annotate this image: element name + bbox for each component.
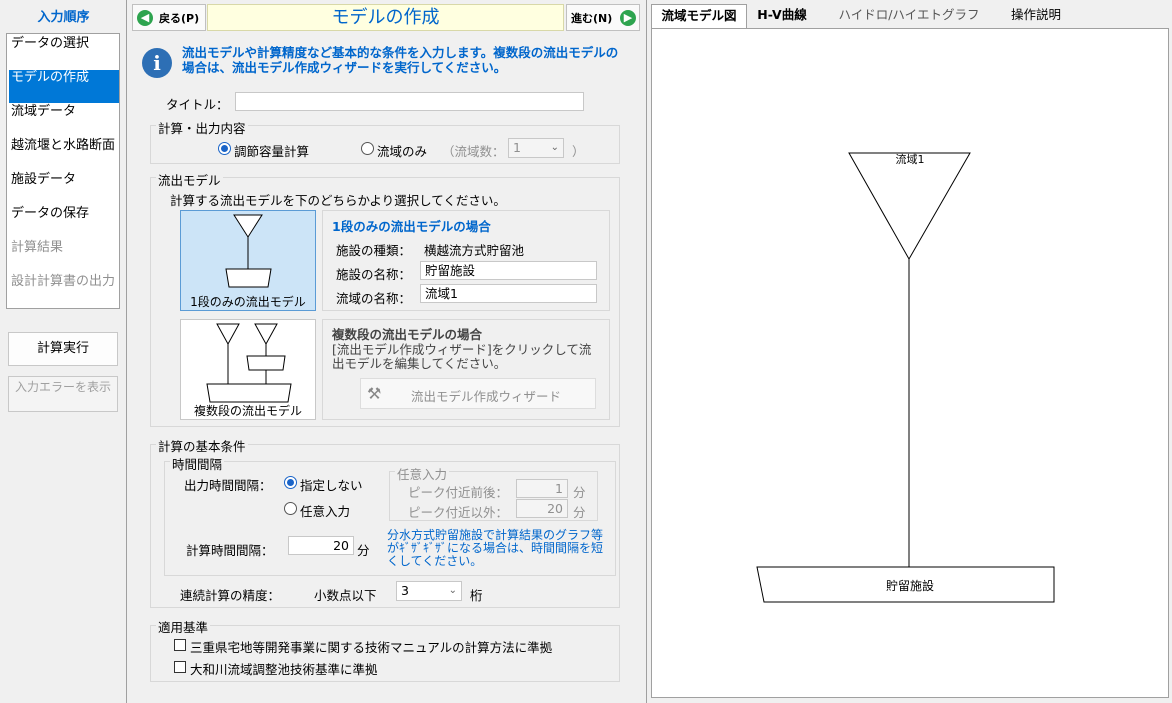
precision-prefix: 小数点以下 (314, 588, 377, 603)
basin-model-canvas: 流域1 貯留施設 (651, 28, 1169, 698)
next-button-label: 進む(N) (571, 12, 613, 25)
basin-only-label: 流域のみ (377, 144, 428, 159)
basin-name-input[interactable]: 流域1 (420, 284, 597, 303)
multi-model-button[interactable]: 複数段の流出モデル (180, 319, 316, 420)
basic-conditions-group-title: 計算の基本条件 (156, 436, 248, 455)
calc-output-group-title: 計算・出力内容 (156, 118, 248, 137)
calc-interval-label: 計算時間間隔： (186, 543, 274, 558)
runoff-model-group-title: 流出モデル (156, 170, 223, 189)
single-model-heading: 1段のみの流出モデルの場合 (332, 219, 491, 234)
precision-value: 3 (401, 583, 409, 598)
regulate-capacity-radio[interactable] (218, 142, 231, 155)
facility-name-input[interactable]: 貯留施設 (420, 261, 597, 280)
basin-count-value: 1 (513, 140, 521, 155)
basin-model-diagram (756, 152, 1055, 603)
back-button-label: 戻る(P) (159, 12, 200, 25)
unspecified-radio[interactable] (284, 476, 297, 489)
next-button[interactable]: 進む(N) ▶ (566, 4, 640, 31)
unspecified-label: 指定しない (300, 478, 363, 493)
peak-other-input[interactable]: 20 (516, 499, 568, 518)
output-interval-label: 出力時間間隔： (184, 478, 272, 493)
tab-basin-model[interactable]: 流域モデル図 (651, 4, 747, 28)
next-arrow-icon: ▶ (620, 10, 636, 26)
regulate-capacity-label: 調節容量計算 (234, 144, 310, 159)
basin-node (848, 152, 971, 261)
basin-node-label: 流域1 (895, 153, 925, 166)
facility-name-label: 施設の名称： (336, 267, 412, 282)
yamato-standard-checkbox[interactable] (174, 661, 186, 673)
nav-item-data-select[interactable]: データの選択 (9, 36, 119, 51)
basin-name-label: 流域の名称： (336, 291, 412, 306)
back-arrow-icon: ◀ (137, 10, 153, 26)
info-message: 流出モデルや計算精度など基本的な条件を入力します。複数段の流出モデルの場合は、流… (182, 45, 619, 75)
peak-other-unit: 分 (573, 505, 586, 520)
wizard-button-label: 流出モデル作成ウィザード (411, 389, 562, 404)
nav-item-report-output[interactable]: 設計計算書の出力 (9, 274, 119, 289)
mie-standard-label: 三重県宅地等開発事業に関する技術マニュアルの計算方法に準拠 (190, 640, 553, 655)
info-icon: i (142, 48, 172, 78)
multi-model-heading: 複数段の流出モデルの場合 (332, 327, 483, 342)
nav-item-model-create[interactable]: モデルの作成 (9, 70, 119, 103)
tab-operation-guide[interactable]: 操作説明 (1001, 4, 1071, 28)
multi-model-icon (206, 323, 292, 403)
nav-item-calc-result[interactable]: 計算結果 (9, 240, 119, 255)
precision-unit: 桁 (470, 588, 483, 603)
nav-list: データの選択 モデルの作成 流域データ 越流堰と水路断面 施設データ データの保… (6, 33, 120, 309)
chevron-down-icon: ⌄ (448, 585, 457, 596)
nav-item-basin-data[interactable]: 流域データ (9, 104, 119, 119)
mie-standard-checkbox[interactable] (174, 639, 186, 651)
basin-only-radio[interactable] (361, 142, 374, 155)
back-button[interactable]: ◀ 戻る(P) (132, 4, 206, 31)
single-model-icon (225, 214, 272, 288)
precision-select[interactable]: 3 ⌄ (396, 581, 462, 601)
model-instruction: 計算する流出モデルを下のどちらかより選択してください。 (170, 193, 506, 208)
wizard-button[interactable]: ⚒ 流出モデル作成ウィザード (360, 378, 596, 409)
title-label: タイトル： (166, 97, 229, 112)
manual-label: 任意入力 (300, 504, 351, 519)
precision-label: 連続計算の精度： (180, 588, 281, 603)
standards-group-title: 適用基準 (156, 617, 211, 636)
basin-count-close: ） (572, 144, 585, 159)
nav-item-weir-channel[interactable]: 越流堰と水路断面 (9, 138, 119, 153)
facility-type-value: 横越流方式貯留池 (424, 243, 525, 258)
right-panel: 流域モデル図 H-V曲線 ハイドロ/ハイエトグラフ 操作説明 流域1 貯留施設 (648, 0, 1172, 703)
calc-interval-note: 分水方式貯留施設で計算結果のグラフ等がｷﾞｻﾞｷﾞｻﾞになる場合は、時間間隔を短… (387, 528, 604, 568)
title-input[interactable] (235, 92, 584, 111)
multi-model-text: [流出モデル作成ウィザード]をクリックして流出モデルを編集してください。 (332, 342, 592, 371)
facility-node-label: 貯留施設 (885, 579, 934, 593)
peak-other-label: ピーク付近以外： (408, 505, 509, 520)
single-model-button[interactable]: 1段のみの流出モデル (180, 210, 316, 311)
chevron-down-icon: ⌄ (550, 142, 559, 153)
show-input-errors-button[interactable]: 入力エラーを表示 (8, 376, 118, 412)
wizard-tool-icon: ⚒ (367, 384, 382, 403)
run-calc-button[interactable]: 計算実行 (8, 332, 118, 366)
calc-interval-input[interactable]: 20 (288, 536, 354, 555)
tab-hv-curve[interactable]: H-V曲線 (751, 4, 813, 28)
manual-radio[interactable] (284, 502, 297, 515)
page-title: モデルの作成 (207, 4, 564, 31)
yamato-standard-label: 大和川流域調整池技術基準に準拠 (190, 662, 378, 677)
multi-model-button-label: 複数段の流出モデル (193, 404, 302, 418)
model-create-panel: ◀ 戻る(P) モデルの作成 進む(N) ▶ i 流出モデルや計算精度など基本的… (128, 0, 647, 703)
peak-near-unit: 分 (573, 485, 586, 500)
manual-input-group-title: 任意入力 (395, 464, 450, 483)
nav-item-data-save[interactable]: データの保存 (9, 206, 119, 221)
basin-count-select[interactable]: 1 ⌄ (508, 138, 564, 158)
peak-near-label: ピーク付近前後： (408, 485, 509, 500)
nav-title: 入力順序 (37, 10, 90, 25)
basin-count-label: （流域数： (442, 144, 505, 159)
input-order-panel: 入力順序 データの選択 モデルの作成 流域データ 越流堰と水路断面 施設データ … (0, 0, 127, 703)
single-model-button-label: 1段のみの流出モデル (190, 295, 306, 309)
peak-near-input[interactable]: 1 (516, 479, 568, 498)
calc-interval-unit: 分 (357, 543, 370, 558)
time-interval-group-title: 時間間隔 (170, 454, 225, 473)
nav-item-facility-data[interactable]: 施設データ (9, 172, 119, 187)
tab-hydrograph[interactable]: ハイドロ/ハイエトグラフ (825, 4, 993, 28)
facility-type-label: 施設の種類： (336, 243, 412, 258)
